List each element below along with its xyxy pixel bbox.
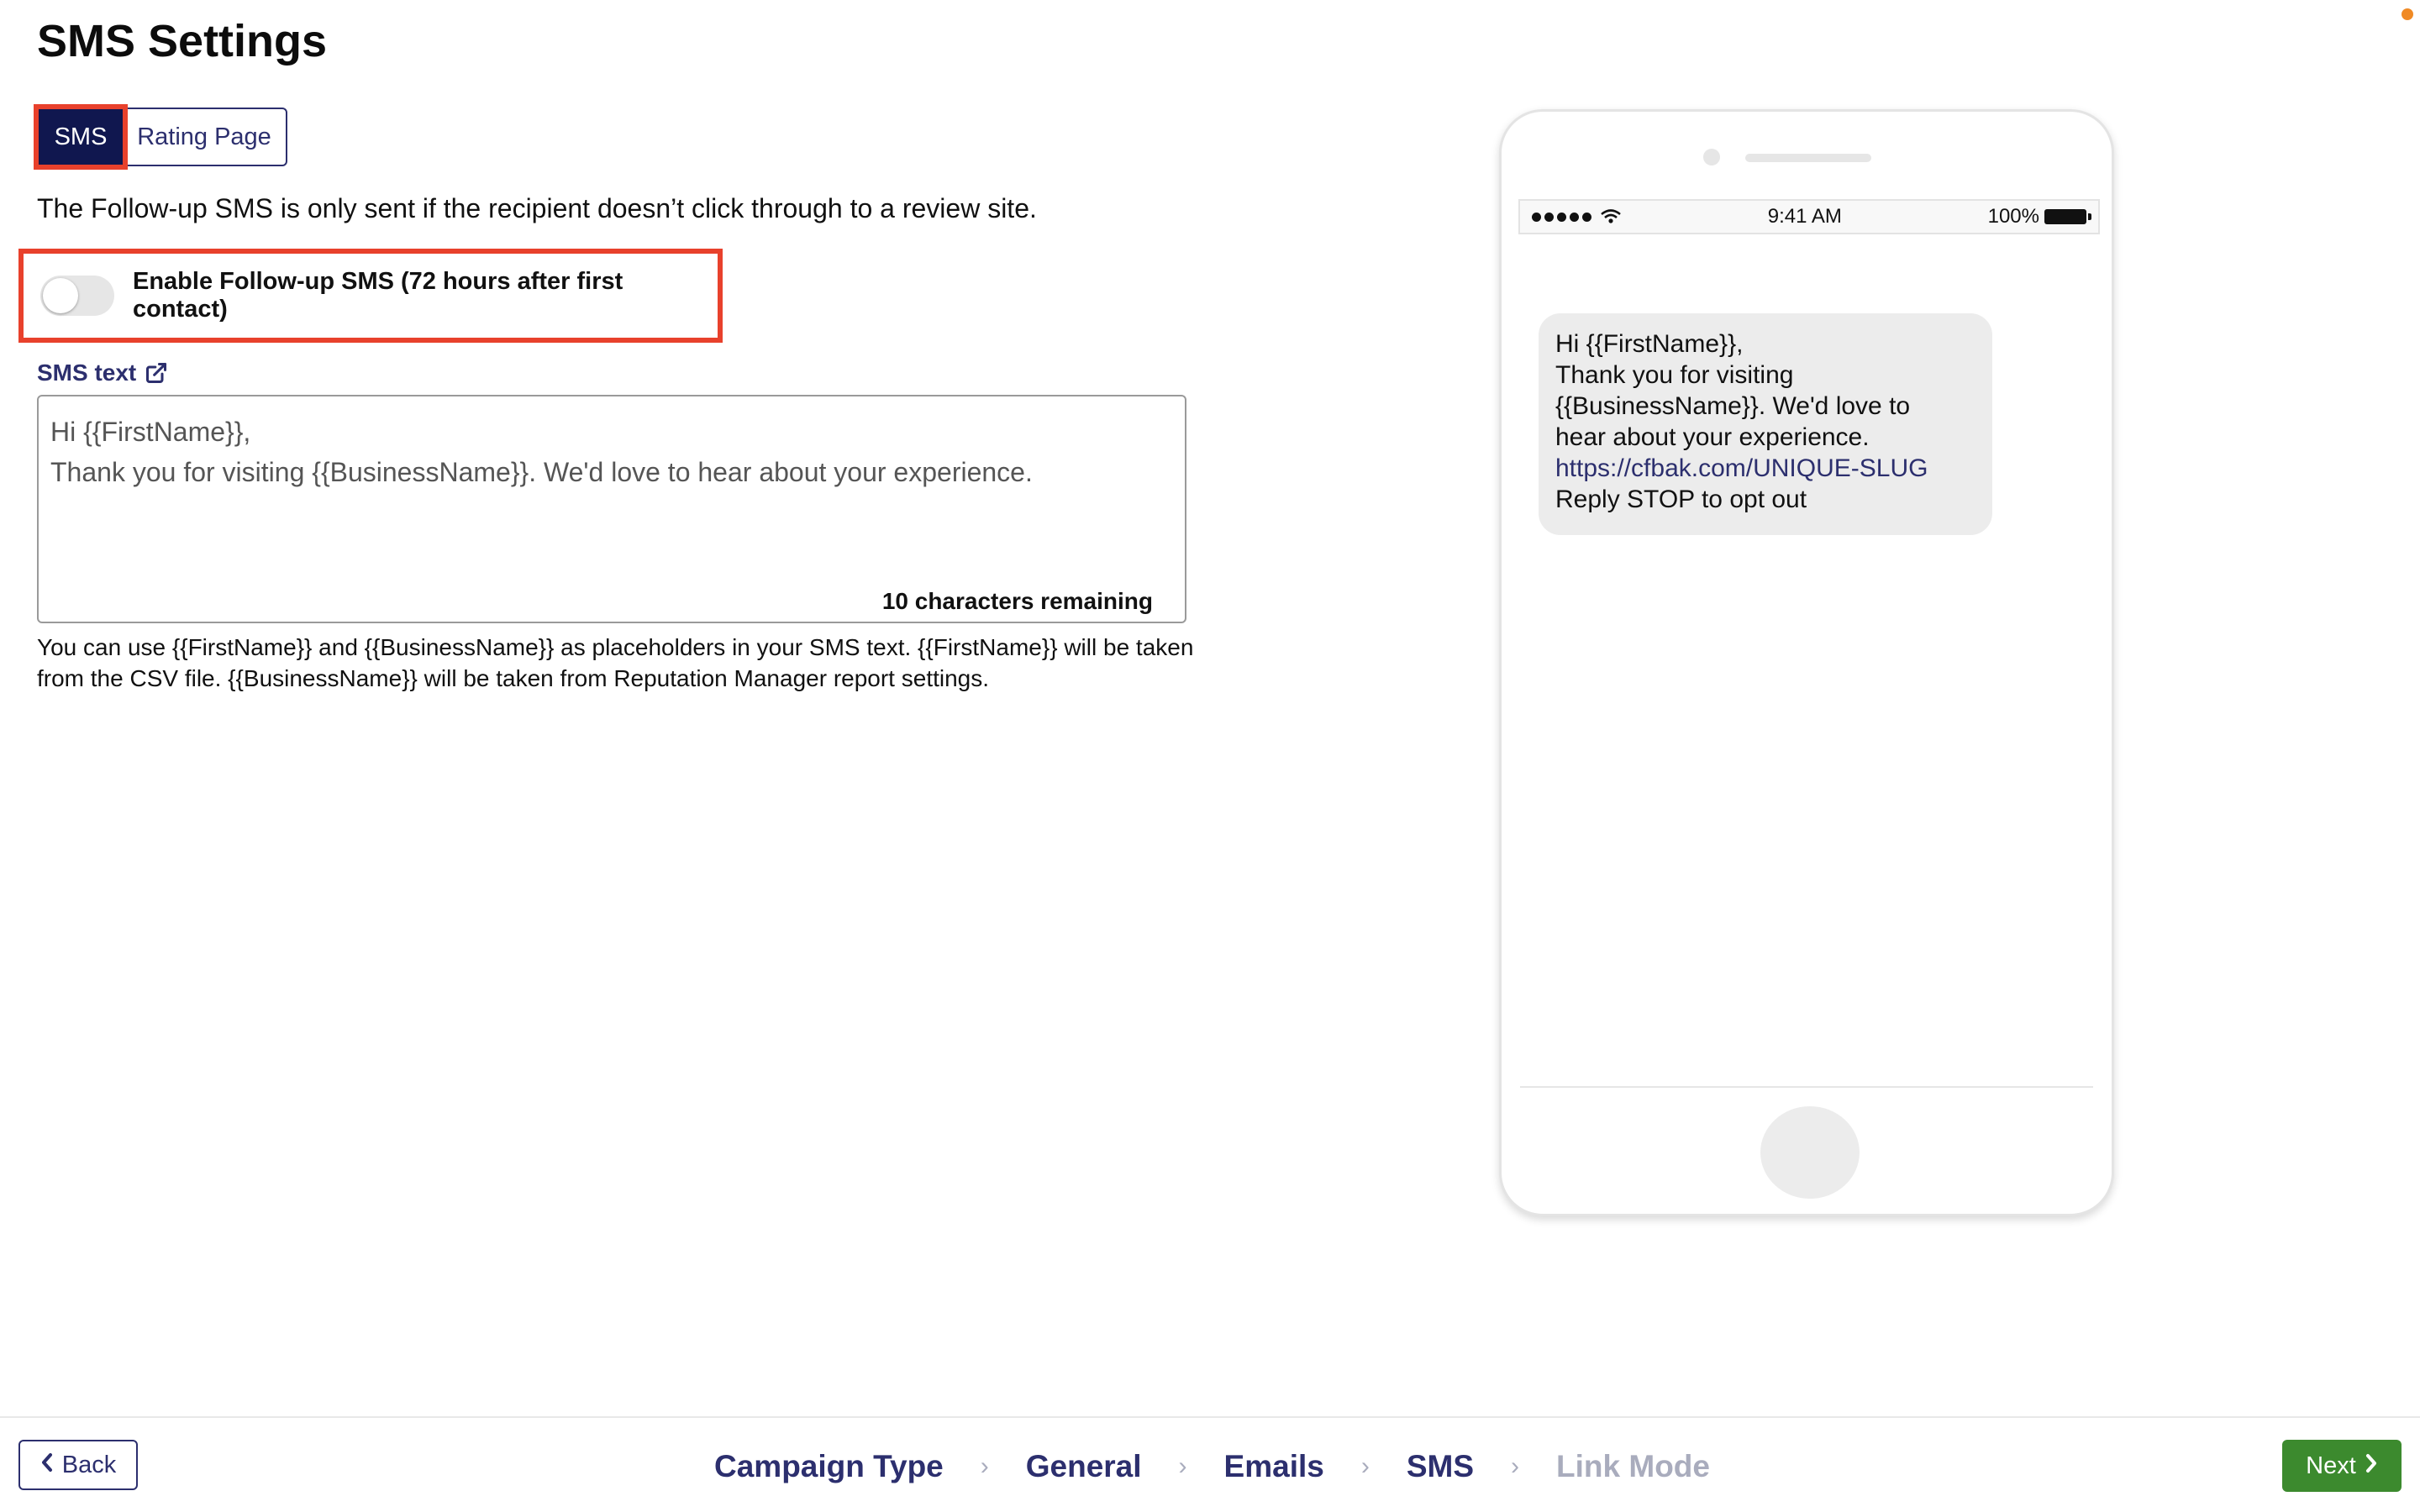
notification-dot xyxy=(2402,8,2413,20)
phone-speaker xyxy=(1745,154,1871,162)
preview-opt-out: Reply STOP to opt out xyxy=(1555,486,1807,513)
sms-text-link[interactable]: SMS text xyxy=(37,360,168,386)
step-campaign-type[interactable]: Campaign Type xyxy=(714,1449,944,1484)
sms-text-area[interactable]: Hi {{FirstName}}, Thank you for visiting… xyxy=(37,395,1186,623)
app-root: SMS Settings SMS Rating Page The Follow-… xyxy=(0,0,2420,1512)
next-label: Next xyxy=(2306,1452,2356,1479)
signal-icon xyxy=(1532,208,1622,225)
page-title: SMS Settings xyxy=(37,16,328,66)
preview-link[interactable]: https://cfbak.com/UNIQUE-SLUG xyxy=(1555,453,1975,484)
sms-preview-bubble: Hi {{FirstName}}, Thank you for visiting… xyxy=(1539,313,1992,535)
tab-sms[interactable]: SMS xyxy=(34,104,128,170)
intro-text: The Follow-up SMS is only sent if the re… xyxy=(37,193,1037,223)
preview-line: Hi {{FirstName}}, xyxy=(1555,330,1744,358)
step-link-mode: Link Mode xyxy=(1556,1449,1710,1483)
phone-divider xyxy=(1520,1086,2093,1088)
chevron-right-icon: › xyxy=(1178,1452,1187,1480)
wizard-footer: Back Campaign Type › General › Emails › … xyxy=(0,1416,2420,1512)
sms-text-value: Hi {{FirstName}}, Thank you for visiting… xyxy=(50,417,1033,487)
followup-toggle[interactable] xyxy=(40,276,114,316)
settings-tabs: SMS Rating Page xyxy=(34,104,287,170)
status-time: 9:41 AM xyxy=(1767,205,1842,228)
wifi-icon xyxy=(1601,209,1621,223)
step-sms[interactable]: SMS xyxy=(1407,1449,1474,1484)
toggle-knob xyxy=(43,278,78,313)
chevron-left-icon xyxy=(40,1452,54,1479)
battery-percent: 100% xyxy=(1987,205,2039,228)
preview-line: {{BusinessName}}. We'd love to xyxy=(1555,392,1911,420)
step-emails[interactable]: Emails xyxy=(1224,1449,1324,1484)
placeholder-help-text: You can use {{FirstName}} and {{Business… xyxy=(37,634,1194,691)
back-label: Back xyxy=(61,1451,117,1478)
back-button[interactable]: Back xyxy=(18,1440,138,1490)
chars-remaining: 10 characters remaining xyxy=(881,588,1153,614)
phone-home-button xyxy=(1760,1106,1860,1199)
chevron-right-icon xyxy=(2365,1452,2378,1480)
phone-status-bar: 9:41 AM 100% xyxy=(1518,199,2100,234)
wizard-steps: Campaign Type › General › Emails › SMS ›… xyxy=(714,1441,1710,1492)
tab-rating-page[interactable]: Rating Page xyxy=(123,109,286,165)
external-link-icon xyxy=(145,361,168,385)
step-general[interactable]: General xyxy=(1026,1449,1142,1484)
battery-icon xyxy=(2044,209,2091,224)
preview-line: hear about your experience. xyxy=(1555,423,1870,451)
phone-camera xyxy=(1703,149,1720,165)
followup-toggle-label: Enable Follow-up SMS (72 hours after fir… xyxy=(133,268,623,323)
preview-line: Thank you for visiting xyxy=(1555,361,1794,389)
chevron-right-icon: › xyxy=(980,1452,989,1480)
phone-preview: 9:41 AM 100% Hi {{FirstName}}, Thank you… xyxy=(1499,109,2114,1216)
sms-text-label: SMS text xyxy=(37,360,137,386)
next-button[interactable]: Next xyxy=(2282,1440,2402,1492)
followup-toggle-row: Enable Follow-up SMS (72 hours after fir… xyxy=(18,249,723,343)
chevron-right-icon: › xyxy=(1360,1452,1370,1480)
chevron-right-icon: › xyxy=(1511,1452,1520,1480)
